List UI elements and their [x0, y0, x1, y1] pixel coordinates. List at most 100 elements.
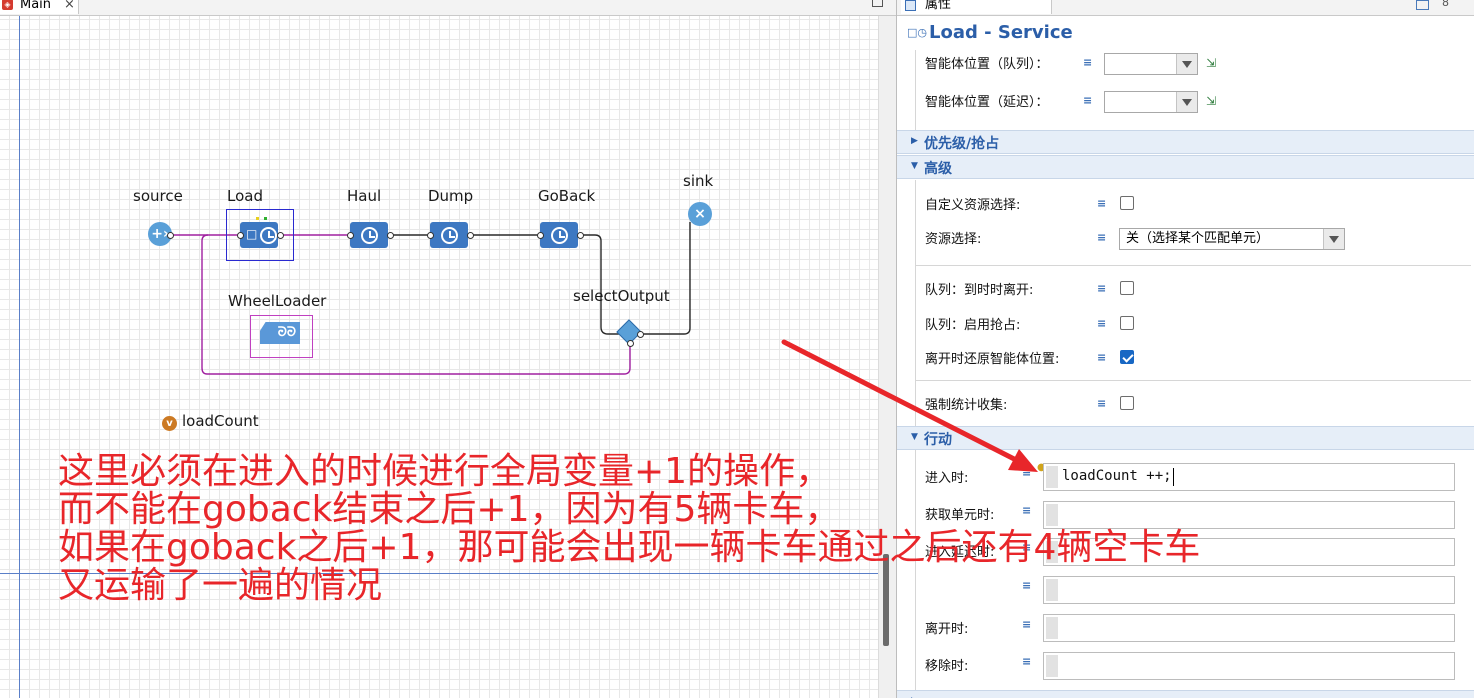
goback-in-port[interactable] — [537, 232, 544, 239]
selectoutput-false-port[interactable] — [627, 340, 634, 347]
indent-guide — [915, 50, 916, 130]
on-enter-code[interactable]: loadCount ++; — [1062, 468, 1172, 484]
load-in-port[interactable] — [237, 232, 244, 239]
dump-delay-block[interactable] — [430, 222, 468, 248]
agent-location-queue-label: 智能体位置（队列）： — [925, 57, 1049, 72]
editor-tab-bar: ◈ Main × — [0, 0, 896, 16]
properties-icon — [905, 0, 916, 11]
static-value-icon[interactable]: ≡ — [1097, 397, 1106, 410]
text-caret — [1173, 468, 1174, 486]
source-out-port[interactable] — [167, 232, 174, 239]
goback-delay-block[interactable] — [540, 222, 578, 248]
source-label: source — [133, 187, 183, 205]
chevron-down-icon: ▼ — [911, 161, 918, 171]
section-advanced-title: 高级 — [924, 161, 952, 177]
static-value-icon[interactable]: ≡ — [1083, 94, 1092, 107]
code-gutter — [1046, 466, 1058, 488]
dump-out-port[interactable] — [467, 232, 474, 239]
load-service-block[interactable]: □ — [240, 222, 278, 248]
load-out-port[interactable] — [277, 232, 284, 239]
code-field-icon[interactable]: ≡ — [1022, 655, 1031, 668]
scrollbar-thumb[interactable] — [883, 554, 889, 646]
agent-class-icon: ◈ — [2, 0, 13, 10]
restore-agent-location-label: 离开时还原智能体位置: — [925, 352, 1060, 367]
static-value-icon[interactable]: ≡ — [1097, 231, 1106, 244]
agent-location-delay-select[interactable] — [1104, 91, 1198, 113]
pick-from-canvas-icon[interactable]: ⇲ — [1206, 94, 1216, 108]
model-canvas[interactable] — [0, 16, 878, 698]
on-exit-label: 离开时: — [925, 622, 969, 637]
selectoutput-true-port[interactable] — [637, 331, 644, 338]
maximize-icon[interactable] — [872, 0, 883, 7]
custom-resource-selection-label: 自定义资源选择: — [925, 198, 1021, 213]
static-value-icon[interactable]: ≡ — [1097, 197, 1106, 210]
static-value-icon[interactable]: ≡ — [1083, 56, 1092, 69]
code-field-icon[interactable]: ≡ — [1022, 541, 1031, 554]
dump-in-port[interactable] — [427, 232, 434, 239]
tab-properties-label: 属性 — [925, 0, 952, 12]
code-field-icon[interactable]: ≡ — [1022, 466, 1031, 479]
on-enter-delay-code-field[interactable] — [1043, 538, 1455, 566]
on-seize-unit-code-field[interactable] — [1043, 501, 1455, 529]
variable-icon[interactable]: v — [162, 416, 177, 431]
service-block-icon: □◷ — [907, 26, 927, 39]
on-enter-code-field[interactable]: loadCount ++; — [1043, 463, 1455, 491]
code-field-icon[interactable]: ≡ — [1022, 504, 1031, 517]
pick-from-canvas-icon[interactable]: ⇲ — [1206, 56, 1216, 70]
haul-label: Haul — [347, 187, 382, 205]
agent-location-queue-select[interactable] — [1104, 53, 1198, 75]
queue-exit-on-timeout-checkbox[interactable] — [1120, 281, 1134, 295]
row-divider — [915, 380, 1471, 381]
clock-icon — [551, 227, 568, 244]
on-remove-code-field[interactable] — [1043, 652, 1455, 680]
editor-vertical-scrollbar[interactable] — [878, 16, 896, 698]
selection-handle-icon — [256, 217, 259, 220]
canvas-origin-vertical-axis — [19, 16, 20, 698]
chevron-down-icon[interactable] — [1176, 92, 1197, 112]
chevron-right-icon: ▶ — [911, 136, 918, 146]
section-advanced[interactable]: ▼ 高级 — [897, 155, 1474, 179]
selection-handle-icon — [264, 217, 267, 220]
tab-main[interactable]: ◈ Main × — [0, 0, 79, 14]
tab-main-label: Main — [20, 0, 52, 12]
haul-delay-block[interactable] — [350, 222, 388, 248]
tab-properties[interactable]: 属性 — [901, 0, 1052, 14]
resource-selection-select[interactable]: 关（选择某个匹配单元） — [1119, 228, 1345, 250]
chevron-down-icon[interactable] — [1176, 54, 1197, 74]
queue-enable-preemption-checkbox[interactable] — [1120, 316, 1134, 330]
haul-in-port[interactable] — [347, 232, 354, 239]
section-collapsed[interactable]: ▶ — [897, 690, 1474, 698]
section-actions[interactable]: ▼ 行动 — [897, 426, 1474, 450]
resource-selection-label: 资源选择: — [925, 232, 982, 247]
view-menu-icon[interactable]: 8 — [1442, 0, 1449, 9]
chevron-down-icon[interactable] — [1323, 229, 1344, 249]
resource-pool-icon[interactable]: ᘒᘒ — [260, 322, 300, 344]
on-remove-label: 移除时: — [925, 659, 969, 674]
action-code-field[interactable] — [1043, 576, 1455, 604]
static-value-icon[interactable]: ≡ — [1097, 351, 1106, 364]
indent-guide — [915, 180, 916, 428]
row-divider — [915, 265, 1471, 266]
loadcount-variable-label[interactable]: loadCount — [182, 412, 259, 430]
section-actions-title: 行动 — [924, 432, 952, 448]
code-field-icon[interactable]: ≡ — [1022, 579, 1031, 592]
static-value-icon[interactable]: ≡ — [1097, 317, 1106, 330]
code-field-icon[interactable]: ≡ — [1022, 618, 1031, 631]
sink-block-icon[interactable]: × — [688, 202, 712, 226]
section-priority-preemption[interactable]: ▶ 优先级/抢占 — [897, 130, 1474, 154]
custom-resource-selection-checkbox[interactable] — [1120, 196, 1134, 210]
on-exit-code-field[interactable] — [1043, 614, 1455, 642]
sink-label: sink — [683, 172, 714, 190]
restore-agent-location-checkbox[interactable] — [1120, 350, 1134, 364]
goback-out-port[interactable] — [577, 232, 584, 239]
force-statistics-checkbox[interactable] — [1120, 396, 1134, 410]
static-value-icon[interactable]: ≡ — [1097, 282, 1106, 295]
queue-enable-preemption-label: 队列：启用抢占: — [925, 318, 1021, 333]
open-in-window-icon[interactable] — [1416, 0, 1429, 10]
on-enter-label: 进入时: — [925, 471, 969, 486]
tab-close-icon[interactable]: × — [64, 0, 75, 14]
haul-out-port[interactable] — [387, 232, 394, 239]
properties-tab-bar: 属性 8 — [897, 0, 1474, 16]
graphical-editor[interactable]: ◈ Main × source +› Load □ Haul Dump GoBa… — [0, 0, 896, 698]
indent-guide — [915, 450, 916, 698]
